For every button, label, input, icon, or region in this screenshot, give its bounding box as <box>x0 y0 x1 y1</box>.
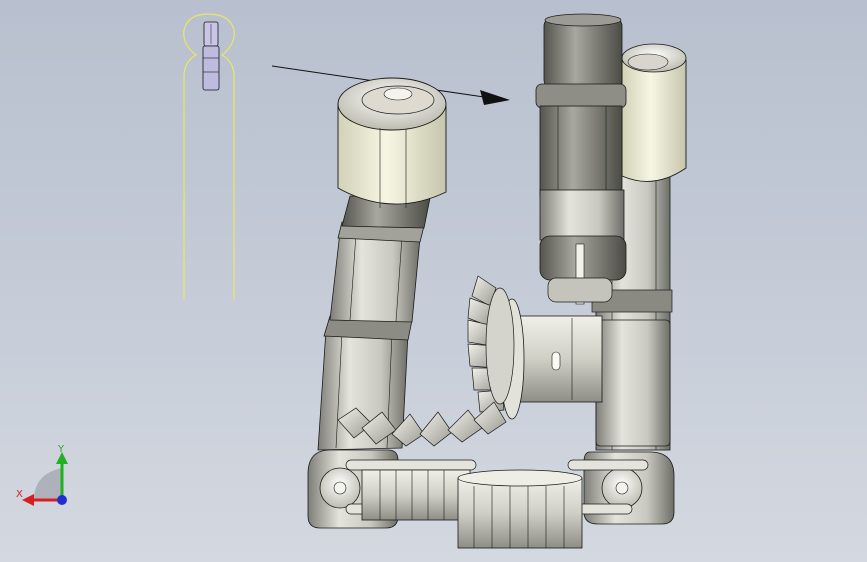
preview-pin-body <box>202 45 220 91</box>
left-arm-middle-block <box>329 231 421 323</box>
triad-y-label: Y <box>57 444 65 455</box>
coordinate-triad-icon: X Y <box>16 444 68 506</box>
left-arm[interactable] <box>317 77 447 451</box>
base-assembly[interactable] <box>307 449 675 549</box>
preview-part[interactable] <box>183 13 235 300</box>
right-roller[interactable] <box>621 55 687 182</box>
triad-x-label: X <box>16 489 23 500</box>
spur-gear-right <box>457 477 583 549</box>
right-arm-front-column <box>543 17 623 89</box>
cad-viewport[interactable]: X Y <box>0 0 867 562</box>
spur-gear-left <box>361 469 471 521</box>
